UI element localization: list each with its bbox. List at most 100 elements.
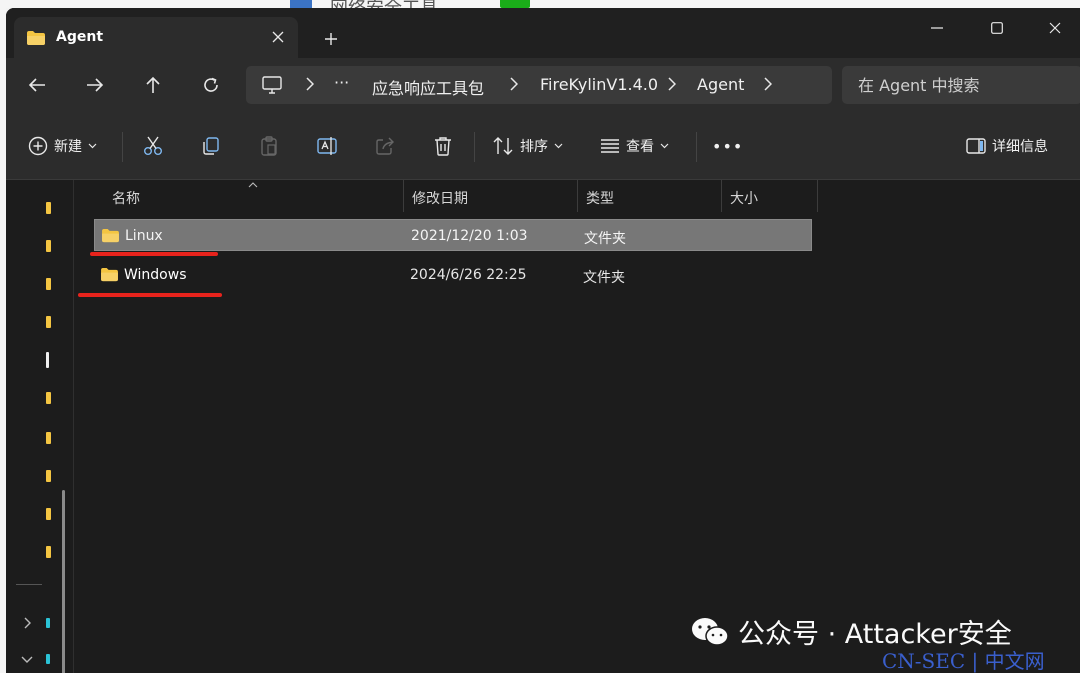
new-tab-icon[interactable] [318,26,344,52]
new-button[interactable]: 新建 [28,130,97,162]
annotation-underline [90,252,218,256]
file-modified: 2021/12/20 1:03 [411,228,528,244]
folder-icon [101,267,118,282]
breadcrumb-segment-2[interactable]: FireKylinV1.4.0 [540,75,658,94]
command-bar: 新建 排序 查看 ••• 详细信息 [6,112,1080,180]
background-window-title: 网络安全工具 [330,0,438,8]
sort-arrows-icon [493,137,513,155]
file-name: Linux [125,228,163,244]
rename-button[interactable] [316,130,338,162]
nav-folder-icon[interactable] [46,392,51,404]
nav-folder-icon[interactable] [46,240,51,252]
column-header-name[interactable]: 名称 [104,180,404,212]
breadcrumb-segment-3[interactable]: Agent [697,75,744,94]
chevron-down-icon [88,143,97,149]
delete-button[interactable] [432,130,454,162]
table-row[interactable]: Windows 2024/6/26 22:25 文件夹 [94,259,812,291]
toolbar-divider [122,132,123,162]
paste-button[interactable] [258,130,280,162]
chevron-right-icon[interactable] [764,77,772,91]
folder-icon [102,228,119,243]
details-pane-icon [966,138,986,154]
rename-icon [317,137,337,155]
clipboard-icon [261,136,277,156]
background-green-button [500,0,530,8]
site-watermark: CN-SEC | 中文网 [882,649,1045,673]
breadcrumb-more[interactable]: ··· [334,73,349,92]
column-header-modified[interactable]: 修改日期 [404,180,578,212]
nav-folder-icon[interactable] [46,278,51,290]
plus-circle-icon [28,136,48,156]
column-header-size[interactable]: 大小 [722,180,818,212]
close-tab-icon[interactable] [266,25,290,49]
new-button-label: 新建 [54,139,82,155]
navigation-bar: ··· 应急响应工具包 FireKylinV1.4.0 Agent [6,58,1080,112]
search-box[interactable] [842,66,1080,104]
table-row[interactable]: Linux 2021/12/20 1:03 文件夹 [94,219,812,251]
more-options-icon: ••• [712,136,744,156]
chevron-right-icon[interactable] [20,616,34,630]
nav-folder-icon[interactable] [46,470,51,482]
nav-folder-icon[interactable] [46,546,51,558]
back-arrow-icon[interactable] [20,70,54,100]
toolbar-divider [474,132,475,162]
toolbar-divider [696,132,697,162]
nav-folder-icon[interactable] [46,316,51,328]
share-icon [376,137,394,155]
sort-button[interactable]: 排序 [492,130,563,162]
nav-cloud-icon[interactable] [46,618,50,628]
nav-scrollbar[interactable] [62,490,65,673]
background-doc-icon [290,0,312,8]
refresh-icon[interactable] [194,70,228,100]
share-button[interactable] [374,130,396,162]
file-type: 文件夹 [584,231,626,247]
nav-folder-icon[interactable] [46,202,51,214]
sort-button-label: 排序 [520,139,548,155]
view-list-icon [601,139,619,153]
search-input[interactable] [858,74,1078,96]
more-options-button[interactable]: ••• [712,130,743,162]
folder-icon [27,31,45,45]
minimize-icon[interactable] [908,8,966,48]
nav-folder-icon[interactable] [46,432,51,444]
maximize-icon[interactable] [968,8,1026,48]
chevron-down-icon [554,143,563,149]
copy-button[interactable] [200,130,222,162]
chevron-right-icon [306,77,314,91]
column-header-row: 名称 修改日期 类型 大小 [94,180,824,212]
nav-file-icon[interactable] [46,352,49,368]
file-name: Windows [124,267,187,283]
column-header-type[interactable]: 类型 [578,180,722,212]
details-pane-label: 详细信息 [992,139,1048,155]
trash-icon [435,137,451,156]
file-explorer-window: Agent ··· 应急响应工具包 FireKylinV1.4.0 Agent … [6,8,1080,673]
close-window-icon[interactable] [1026,8,1080,48]
nav-drive-icon[interactable] [46,654,50,664]
file-list: 名称 修改日期 类型 大小 Linux 2021/12/20 1:03 文件夹 … [74,180,1080,673]
view-button-label: 查看 [626,139,654,155]
file-type: 文件夹 [583,270,625,286]
up-arrow-icon[interactable] [136,70,170,100]
navigation-pane [6,180,74,673]
file-modified: 2024/6/26 22:25 [410,267,527,283]
tab-bar: Agent [6,8,1080,58]
nav-folder-icon[interactable] [46,508,51,520]
view-button[interactable]: 查看 [600,130,669,162]
tab-agent[interactable]: Agent [14,17,298,58]
breadcrumb-segment-1[interactable]: 应急响应工具包 [372,75,484,99]
annotation-underline [78,293,222,297]
chevron-down-icon[interactable] [20,652,34,666]
scissors-icon [144,136,162,155]
chevron-right-icon [668,77,676,91]
background-window-top: 网络安全工具 [0,0,1080,8]
cut-button[interactable] [142,130,164,162]
chevron-down-icon [660,143,669,149]
tab-title: Agent [56,29,104,45]
copy-icon [203,137,219,155]
details-pane-button[interactable]: 详细信息 [966,130,1048,162]
forward-arrow-icon[interactable] [78,70,112,100]
address-bar[interactable]: ··· 应急响应工具包 FireKylinV1.4.0 Agent [246,66,832,104]
wechat-icon [692,617,729,646]
chevron-right-icon [510,77,518,91]
nav-divider [16,584,42,585]
